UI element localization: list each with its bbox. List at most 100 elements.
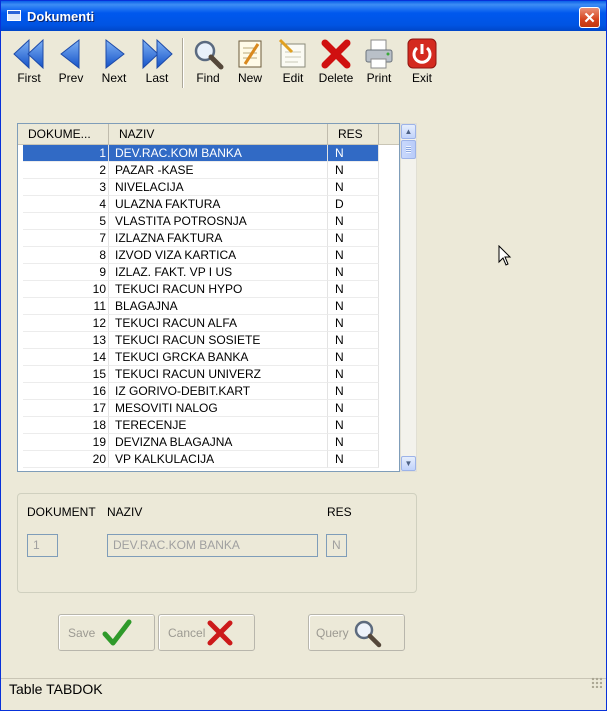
table-row[interactable]: 4 ULAZNA FAKTURA D <box>18 196 399 213</box>
res-label: RES <box>327 505 352 519</box>
cell-res: N <box>328 247 379 264</box>
cell-res: D <box>328 196 379 213</box>
save-button[interactable]: Save <box>58 614 155 651</box>
table-row[interactable]: 17 MESOVITI NALOG N <box>18 400 399 417</box>
cell-dokument: 3 <box>23 179 109 196</box>
cell-res: N <box>328 213 379 230</box>
documents-table[interactable]: DOKUME... NAZIV RES 1 DEV.RAC.KOM BANKA N 2… <box>17 123 400 472</box>
cell-naziv: TEKUCI RACUN HYPO <box>109 281 328 298</box>
table-row[interactable]: 3 NIVELACIJA N <box>18 179 399 196</box>
cell-naziv: PAZAR -KASE <box>109 162 328 179</box>
table-row[interactable]: 18 TERECENJE N <box>18 417 399 434</box>
cell-naziv: IZVOD VIZA KARTICA <box>109 247 328 264</box>
column-header-res[interactable]: RES <box>328 124 379 145</box>
cell-res: N <box>328 417 379 434</box>
title-bar[interactable]: Dokumenti ✕ <box>1 1 606 31</box>
table-header: DOKUME... NAZIV RES <box>18 124 399 145</box>
close-button[interactable]: ✕ <box>579 7 600 28</box>
find-button[interactable]: Find <box>188 36 228 88</box>
cancel-x-icon <box>207 620 233 646</box>
table-row[interactable]: 7 IZLAZNA FAKTURA N <box>18 230 399 247</box>
cell-naziv: BLAGAJNA <box>109 298 328 315</box>
column-header-dokument[interactable]: DOKUME... <box>18 124 109 145</box>
new-button[interactable]: New <box>230 36 270 88</box>
table-vertical-scrollbar[interactable]: ▲ ▼ <box>400 123 417 472</box>
scroll-up-button[interactable]: ▲ <box>401 124 416 139</box>
cancel-button[interactable]: Cancel <box>158 614 255 651</box>
window-icon <box>7 10 21 21</box>
cell-dokument: 9 <box>23 264 109 281</box>
table-row[interactable]: 8 IZVOD VIZA KARTICA N <box>18 247 399 264</box>
table-row[interactable]: 12 TEKUCI RACUN ALFA N <box>18 315 399 332</box>
cell-naziv: VP KALKULACIJA <box>109 451 328 468</box>
dokument-field[interactable]: 1 <box>27 534 58 557</box>
scroll-thumb[interactable] <box>401 140 416 159</box>
window-title: Dokumenti <box>27 9 95 24</box>
cell-dokument: 16 <box>23 383 109 400</box>
cell-res: N <box>328 298 379 315</box>
res-field[interactable]: N <box>326 534 347 557</box>
print-button[interactable]: Print <box>359 36 399 88</box>
cancel-label: Cancel <box>168 626 206 640</box>
cell-naziv: ULAZNA FAKTURA <box>109 196 328 213</box>
close-icon: ✕ <box>583 9 596 27</box>
checkmark-icon <box>102 619 132 646</box>
detail-panel: DOKUMENT NAZIV RES 1 DEV.RAC.KOM BANKA N <box>17 493 417 593</box>
cell-naziv: IZLAZ. FAKT. VP I US <box>109 264 328 281</box>
double-right-arrow-icon <box>142 38 173 70</box>
table-row[interactable]: 16 IZ GORIVO-DEBIT.KART N <box>18 383 399 400</box>
table-row[interactable]: 19 DEVIZNA BLAGAJNA N <box>18 434 399 451</box>
table-row[interactable]: 1 DEV.RAC.KOM BANKA N <box>18 145 399 162</box>
table-row[interactable]: 15 TEKUCI RACUN UNIVERZ N <box>18 366 399 383</box>
cell-naziv: DEV.RAC.KOM BANKA <box>109 145 328 162</box>
resize-grip-icon[interactable] <box>591 677 602 688</box>
chevron-down-icon: ▼ <box>404 459 413 468</box>
first-button[interactable]: First <box>9 36 49 88</box>
table-row[interactable]: 13 TEKUCI RACUN SOSIETE N <box>18 332 399 349</box>
cell-res: N <box>328 451 379 468</box>
cell-dokument: 17 <box>23 400 109 417</box>
left-arrow-icon <box>60 38 80 70</box>
table-row[interactable]: 9 IZLAZ. FAKT. VP I US N <box>18 264 399 281</box>
table-row[interactable]: 2 PAZAR -KASE N <box>18 162 399 179</box>
table-row[interactable]: 20 VP KALKULACIJA N <box>18 451 399 468</box>
mouse-pointer-icon <box>498 245 512 266</box>
delete-button[interactable]: Delete <box>316 36 356 88</box>
cell-naziv: DEVIZNA BLAGAJNA <box>109 434 328 451</box>
scroll-down-button[interactable]: ▼ <box>401 456 416 471</box>
dokumenti-window: Dokumenti ✕ First Prev Next Last Find Ne… <box>0 0 607 711</box>
cell-dokument: 4 <box>23 196 109 213</box>
table-row[interactable]: 10 TEKUCI RACUN HYPO N <box>18 281 399 298</box>
query-button[interactable]: Query <box>308 614 405 651</box>
edit-button[interactable]: Edit <box>273 36 313 88</box>
naziv-field[interactable]: DEV.RAC.KOM BANKA <box>107 534 318 557</box>
edit-document-icon <box>278 38 306 68</box>
cell-res: N <box>328 366 379 383</box>
table-row[interactable]: 5 VLASTITA POTROSNJA N <box>18 213 399 230</box>
cell-res: N <box>328 383 379 400</box>
table-row[interactable]: 14 TEKUCI GRCKA BANKA N <box>18 349 399 366</box>
save-label: Save <box>68 626 96 640</box>
next-button[interactable]: Next <box>94 36 134 88</box>
cell-naziv: NIVELACIJA <box>109 179 328 196</box>
cell-naziv: TEKUCI RACUN UNIVERZ <box>109 366 328 383</box>
toolbar: First Prev Next Last Find New Edit Delet… <box>9 36 449 88</box>
last-button[interactable]: Last <box>137 36 177 88</box>
notepad-icon <box>238 40 262 68</box>
window-bottom-edge <box>1 700 606 710</box>
cell-naziv: MESOVITI NALOG <box>109 400 328 417</box>
dokument-label: DOKUMENT <box>27 505 96 519</box>
cell-dokument: 12 <box>23 315 109 332</box>
cell-naziv: TERECENJE <box>109 417 328 434</box>
cell-naziv: IZLAZNA FAKTURA <box>109 230 328 247</box>
double-left-arrow-icon <box>13 38 44 70</box>
query-magnifier-icon <box>354 620 382 648</box>
exit-button[interactable]: Exit <box>402 36 442 88</box>
table-row[interactable]: 11 BLAGAJNA N <box>18 298 399 315</box>
column-header-naziv[interactable]: NAZIV <box>109 124 328 145</box>
cell-res: N <box>328 179 379 196</box>
prev-button[interactable]: Prev <box>51 36 91 88</box>
cell-dokument: 15 <box>23 366 109 383</box>
cell-dokument: 2 <box>23 162 109 179</box>
cell-naziv: IZ GORIVO-DEBIT.KART <box>109 383 328 400</box>
